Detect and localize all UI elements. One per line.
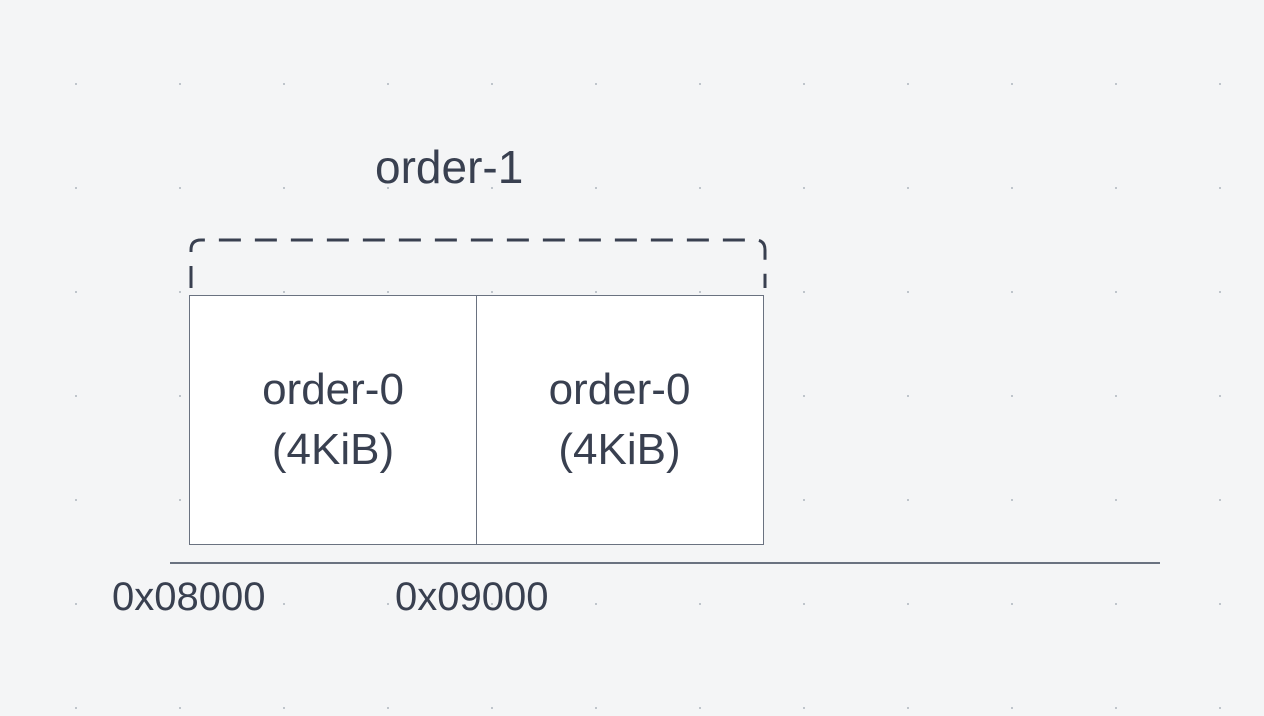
- memory-buddy-diagram: order-1 order-0 (4KiB) order-0 (4KiB) 0x…: [0, 0, 1264, 716]
- block-size: (4KiB): [558, 425, 680, 475]
- block-title: order-0: [262, 365, 404, 415]
- address-label-1: 0x09000: [395, 575, 548, 620]
- block-title: order-0: [549, 365, 691, 415]
- memory-block-0: order-0 (4KiB): [189, 295, 477, 545]
- block-size: (4KiB): [272, 425, 394, 475]
- memory-blocks-container: order-0 (4KiB) order-0 (4KiB): [189, 295, 764, 545]
- dashed-bracket: [189, 238, 767, 288]
- memory-block-1: order-0 (4KiB): [476, 295, 764, 545]
- order1-group-label: order-1: [375, 140, 523, 194]
- address-label-0: 0x08000: [112, 575, 265, 620]
- address-axis-line: [170, 562, 1160, 564]
